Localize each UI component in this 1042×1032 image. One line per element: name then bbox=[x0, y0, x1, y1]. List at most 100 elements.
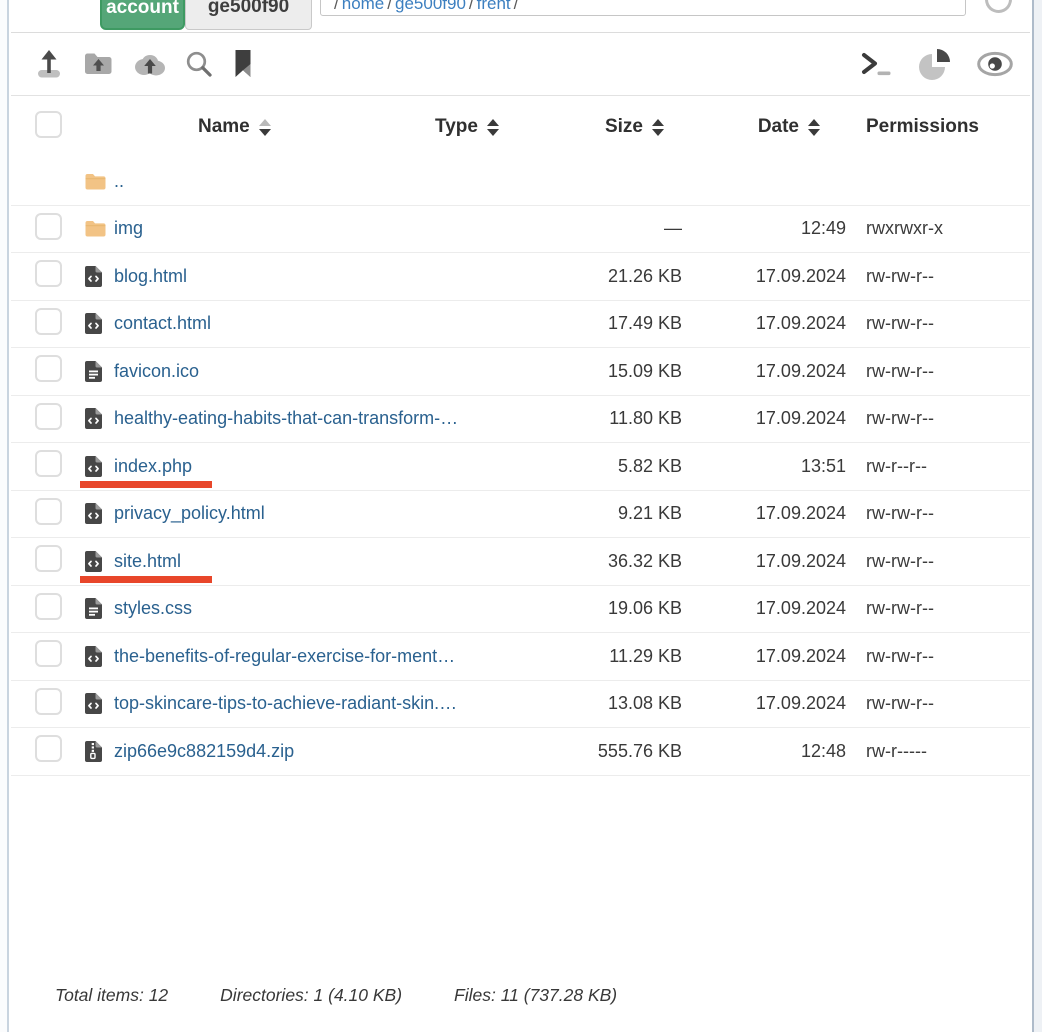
file-permissions: rw-rw-r-- bbox=[846, 693, 1006, 714]
upload-icon[interactable] bbox=[34, 49, 64, 79]
sort-header-type[interactable]: Type bbox=[435, 116, 499, 138]
row-checkbox[interactable] bbox=[35, 593, 62, 620]
file-link[interactable]: privacy_policy.html bbox=[114, 503, 265, 524]
file-date: 17.09.2024 bbox=[682, 551, 846, 572]
text-file-icon bbox=[85, 361, 107, 382]
sort-header-date[interactable]: Date bbox=[758, 116, 820, 138]
file-size: 21.26 KB bbox=[532, 266, 682, 287]
row-checkbox[interactable] bbox=[35, 308, 62, 335]
modified-underline bbox=[80, 576, 212, 583]
text-file-icon bbox=[85, 598, 107, 619]
directories-summary: Directories: 1 (4.10 KB) bbox=[220, 985, 402, 1006]
file-permissions: rw-rw-r-- bbox=[846, 266, 1006, 287]
search-icon[interactable] bbox=[185, 50, 213, 78]
row-checkbox[interactable] bbox=[35, 450, 62, 477]
scrollbar-track[interactable] bbox=[1032, 0, 1042, 1032]
breadcrumb-segment[interactable]: freht bbox=[477, 0, 511, 14]
breadcrumb[interactable]: /home/ge500f90/freht/ bbox=[320, 0, 966, 16]
file-link[interactable]: zip66e9c882159d4.zip bbox=[114, 741, 294, 762]
sort-header-size[interactable]: Size bbox=[605, 116, 664, 138]
file-link[interactable]: favicon.ico bbox=[114, 361, 199, 382]
folder-upload-icon[interactable] bbox=[83, 51, 114, 77]
row-checkbox[interactable] bbox=[35, 213, 62, 240]
eye-icon[interactable] bbox=[976, 51, 1014, 77]
code-file-icon bbox=[85, 551, 107, 572]
breadcrumb-segment[interactable]: ge500f90 bbox=[395, 0, 466, 14]
breadcrumb-separator: / bbox=[514, 0, 519, 14]
file-size: 11.29 KB bbox=[532, 646, 682, 667]
row-checkbox[interactable] bbox=[35, 688, 62, 715]
file-date: 17.09.2024 bbox=[682, 313, 846, 334]
file-permissions: rw-r--r-- bbox=[846, 456, 1006, 477]
refresh-icon[interactable] bbox=[981, 0, 1016, 17]
file-size: 36.32 KB bbox=[532, 551, 682, 572]
file-link[interactable]: .. bbox=[114, 171, 124, 192]
table-header: Name Type Size Date Permissions bbox=[11, 96, 1030, 158]
sort-header-name[interactable]: Name bbox=[198, 116, 271, 138]
row-checkbox[interactable] bbox=[35, 355, 62, 382]
sort-arrows-icon bbox=[808, 119, 820, 136]
file-permissions: rw-rw-r-- bbox=[846, 503, 1006, 524]
sort-arrows-icon bbox=[487, 119, 499, 136]
file-permissions: rw-rw-r-- bbox=[846, 598, 1006, 619]
file-link[interactable]: contact.html bbox=[114, 313, 211, 334]
folder-icon bbox=[85, 173, 107, 190]
table-row: the-benefits-of-regular-exercise-for-men… bbox=[11, 633, 1030, 681]
terminal-icon[interactable] bbox=[860, 50, 894, 78]
file-link[interactable]: styles.css bbox=[114, 598, 192, 619]
zip-file-icon bbox=[85, 741, 107, 762]
table-row: top-skincare-tips-to-achieve-radiant-ski… bbox=[11, 681, 1030, 729]
file-link[interactable]: index.php bbox=[114, 456, 192, 477]
tab-username[interactable]: ge500f90 bbox=[185, 0, 312, 30]
file-size: 15.09 KB bbox=[532, 361, 682, 382]
breadcrumb-separator: / bbox=[469, 0, 474, 14]
file-link[interactable]: site.html bbox=[114, 551, 181, 572]
file-date: 12:49 bbox=[682, 218, 846, 239]
status-bar: Total items: 12 Directories: 1 (4.10 KB)… bbox=[55, 985, 617, 1006]
row-checkbox[interactable] bbox=[35, 498, 62, 525]
code-file-icon bbox=[85, 313, 107, 334]
row-checkbox[interactable] bbox=[35, 735, 62, 762]
modified-underline bbox=[80, 481, 212, 488]
table-row: zip66e9c882159d4.zip 555.76 KB 12:48 rw-… bbox=[11, 728, 1030, 776]
file-size: 17.49 KB bbox=[532, 313, 682, 334]
file-size: 5.82 KB bbox=[532, 456, 682, 477]
file-size: 9.21 KB bbox=[532, 503, 682, 524]
row-checkbox[interactable] bbox=[35, 545, 62, 572]
file-date: 13:51 bbox=[682, 456, 846, 477]
row-checkbox[interactable] bbox=[35, 260, 62, 287]
table-row: favicon.ico 15.09 KB 17.09.2024 rw-rw-r-… bbox=[11, 348, 1030, 396]
header-permissions: Permissions bbox=[846, 116, 1006, 138]
file-size: 11.80 KB bbox=[532, 408, 682, 429]
file-link[interactable]: the-benefits-of-regular-exercise-for-men… bbox=[114, 646, 455, 667]
sort-arrows-icon bbox=[259, 119, 271, 136]
pie-chart-icon[interactable] bbox=[917, 47, 953, 81]
table-row: img — 12:49 rwxrwxr-x bbox=[11, 206, 1030, 254]
table-row: .. bbox=[11, 158, 1030, 206]
folder-icon bbox=[85, 220, 107, 237]
row-checkbox[interactable] bbox=[35, 640, 62, 667]
left-panel-edge bbox=[0, 0, 9, 1032]
file-size: 19.06 KB bbox=[532, 598, 682, 619]
file-link[interactable]: img bbox=[114, 218, 143, 239]
file-link[interactable]: top-skincare-tips-to-achieve-radiant-ski… bbox=[114, 693, 457, 714]
row-checkbox[interactable] bbox=[35, 403, 62, 430]
file-link[interactable]: blog.html bbox=[114, 266, 187, 287]
cloud-upload-icon[interactable] bbox=[133, 51, 166, 77]
table-row: index.php 5.82 KB 13:51 rw-r--r-- bbox=[11, 443, 1030, 491]
file-link[interactable]: healthy-eating-habits-that-can-transform… bbox=[114, 408, 458, 429]
file-size: 555.76 KB bbox=[532, 741, 682, 762]
toolbar bbox=[11, 33, 1030, 96]
file-date: 17.09.2024 bbox=[682, 646, 846, 667]
total-items: Total items: 12 bbox=[55, 985, 168, 1006]
tab-account[interactable]: account bbox=[100, 0, 185, 30]
table-row: contact.html 17.49 KB 17.09.2024 rw-rw-r… bbox=[11, 301, 1030, 349]
bookmark-icon[interactable] bbox=[232, 50, 254, 78]
file-permissions: rwxrwxr-x bbox=[846, 218, 1006, 239]
breadcrumb-separator: / bbox=[387, 0, 392, 14]
file-date: 17.09.2024 bbox=[682, 598, 846, 619]
breadcrumb-segment[interactable]: home bbox=[342, 0, 385, 14]
select-all-checkbox[interactable] bbox=[35, 111, 62, 138]
file-date: 17.09.2024 bbox=[682, 361, 846, 382]
file-permissions: rw-rw-r-- bbox=[846, 551, 1006, 572]
